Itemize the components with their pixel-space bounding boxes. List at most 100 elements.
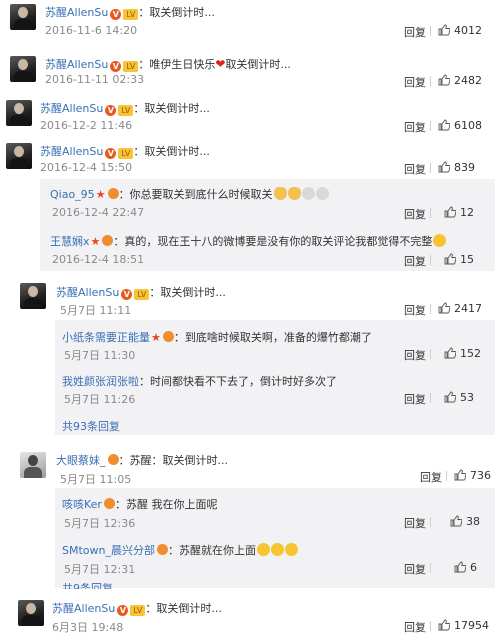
like-button[interactable]: 2482 xyxy=(438,74,482,87)
reply-button[interactable]: 回复 xyxy=(404,24,426,40)
divider xyxy=(430,121,431,131)
reply-text: SMtown_晨兴分部 ：苏醒就在你上面 xyxy=(62,542,298,558)
reply-button[interactable]: 回复 xyxy=(420,469,442,485)
level-badge-icon xyxy=(156,544,168,555)
cat-emoji-icon xyxy=(287,187,301,200)
reply-body: ：真的，现在王十八的微博要是没有你的取关评论我都觉得不完整 xyxy=(113,235,433,248)
like-button[interactable]: 6 xyxy=(454,561,477,574)
reply-text: 咳咳Ker ：苏醒 我在你上面呢 xyxy=(62,496,217,512)
like-count: 6108 xyxy=(454,119,482,132)
vip-badge-icon: LV xyxy=(123,61,139,72)
reply-button[interactable]: 回复 xyxy=(404,515,426,531)
divider xyxy=(430,517,431,527)
reply-button[interactable]: 回复 xyxy=(404,561,426,577)
laughing-emoji-icon xyxy=(256,543,270,556)
avatar[interactable] xyxy=(10,4,36,30)
username-link[interactable]: 咳咳Ker xyxy=(62,498,102,511)
like-button[interactable]: 4012 xyxy=(438,24,482,37)
comment-text: 苏醒AllenSu V LV ：取关倒计时... xyxy=(45,4,215,20)
timestamp: 2016-12-4 15:50 xyxy=(40,161,133,174)
divider xyxy=(446,471,447,481)
reply-button[interactable]: 回复 xyxy=(404,347,426,363)
vip-badge-icon: LV xyxy=(123,9,139,20)
comment-body: ：取关倒计时... xyxy=(133,102,210,115)
verified-icon: V xyxy=(105,148,117,159)
avatar[interactable] xyxy=(10,56,36,82)
username-link[interactable]: 大眼蔡妹_ xyxy=(56,454,106,467)
reply-body: ：苏醒就在你上面 xyxy=(167,544,256,557)
avatar[interactable] xyxy=(6,143,32,169)
reply-button[interactable]: 回复 xyxy=(404,161,426,177)
view-more-replies-link[interactable]: 共9条回复 xyxy=(62,583,113,589)
like-button[interactable]: 152 xyxy=(444,347,481,360)
reply-button[interactable]: 回复 xyxy=(404,253,426,269)
reply-button[interactable]: 回复 xyxy=(404,74,426,90)
reply-button[interactable]: 回复 xyxy=(404,119,426,135)
username-link[interactable]: 苏醒AllenSu xyxy=(52,602,115,615)
username-link[interactable]: Qiao_95 xyxy=(50,188,95,201)
thumbs-up-icon xyxy=(438,74,450,86)
thumbs-up-icon xyxy=(454,469,466,481)
username-link[interactable]: 苏醒AllenSu xyxy=(40,102,103,115)
avatar[interactable] xyxy=(6,100,32,126)
like-button[interactable]: 38 xyxy=(450,515,480,528)
timestamp: 5月7日 11:30 xyxy=(64,349,136,362)
reply-body: ：你总要取关到底什么时候取关 xyxy=(118,188,273,201)
reply-body: ：苏醒 我在你上面呢 xyxy=(114,498,218,511)
like-button[interactable]: 2417 xyxy=(438,302,482,315)
like-count: 53 xyxy=(460,391,474,404)
like-button[interactable]: 17954 xyxy=(438,619,489,632)
like-button[interactable]: 839 xyxy=(438,161,475,174)
divider xyxy=(430,163,431,173)
like-button[interactable]: 12 xyxy=(444,206,474,219)
reply-text: 我姓颜张润张啦：时间都快看不下去了，倒计时好多次了 xyxy=(62,373,337,389)
reply-button[interactable]: 回复 xyxy=(404,302,426,318)
timestamp: 6月3日 19:48 xyxy=(52,621,124,634)
thumbs-up-icon xyxy=(450,515,462,527)
reply-button[interactable]: 回复 xyxy=(404,391,426,407)
username-link[interactable]: 我姓颜张润张啦 xyxy=(62,375,139,388)
thumbs-up-icon xyxy=(454,561,466,573)
avatar[interactable] xyxy=(20,283,46,309)
username-link[interactable]: 苏醒AllenSu xyxy=(45,6,108,19)
username-link[interactable]: SMtown_晨兴分部 xyxy=(62,544,155,557)
timestamp: 5月7日 11:26 xyxy=(64,393,136,406)
like-count: 6 xyxy=(470,561,477,574)
like-count: 17954 xyxy=(454,619,489,632)
laughing-emoji-icon xyxy=(284,543,298,556)
timestamp: 2016-12-2 11:46 xyxy=(40,119,133,132)
thumbs-up-icon xyxy=(438,161,450,173)
like-button[interactable]: 736 xyxy=(454,469,491,482)
like-count: 4012 xyxy=(454,24,482,37)
reply-text: Qiao_95★ ：你总要取关到底什么时候取关 xyxy=(50,186,329,202)
like-count: 736 xyxy=(470,469,491,482)
comment-body: ：苏醒：取关倒计时... xyxy=(118,454,229,467)
verified-icon: V xyxy=(121,289,133,300)
avatar[interactable] xyxy=(18,600,44,626)
username-link[interactable]: 小纸条需要正能量 xyxy=(62,331,150,344)
like-button[interactable]: 6108 xyxy=(438,119,482,132)
verified-icon: V xyxy=(110,9,122,20)
avatar[interactable] xyxy=(20,452,46,478)
comment-body: ：取关倒计时... xyxy=(149,286,226,299)
username-link[interactable]: 王慧娴x xyxy=(50,235,90,248)
like-count: 38 xyxy=(466,515,480,528)
like-button[interactable]: 15 xyxy=(444,253,474,266)
level-badge-icon xyxy=(107,454,119,465)
comment-body-cont: 取关倒计时... xyxy=(225,58,291,71)
username-link[interactable]: 苏醒AllenSu xyxy=(56,286,119,299)
reply-button[interactable]: 回复 xyxy=(404,619,426,635)
thumbs-up-icon xyxy=(444,347,456,359)
level-badge-icon xyxy=(162,331,174,342)
divider xyxy=(430,304,431,314)
reply-button[interactable]: 回复 xyxy=(404,206,426,222)
like-button[interactable]: 53 xyxy=(444,391,474,404)
divider xyxy=(430,393,431,403)
timestamp: 5月7日 12:31 xyxy=(64,563,136,576)
timestamp: 2016-12-4 18:51 xyxy=(52,253,145,266)
username-link[interactable]: 苏醒AllenSu xyxy=(40,145,103,158)
like-count: 152 xyxy=(460,347,481,360)
username-link[interactable]: 苏醒AllenSu xyxy=(45,58,108,71)
view-more-replies-link[interactable]: 共93条回复 xyxy=(62,418,120,434)
timestamp: 2016-11-11 02:33 xyxy=(45,73,145,86)
